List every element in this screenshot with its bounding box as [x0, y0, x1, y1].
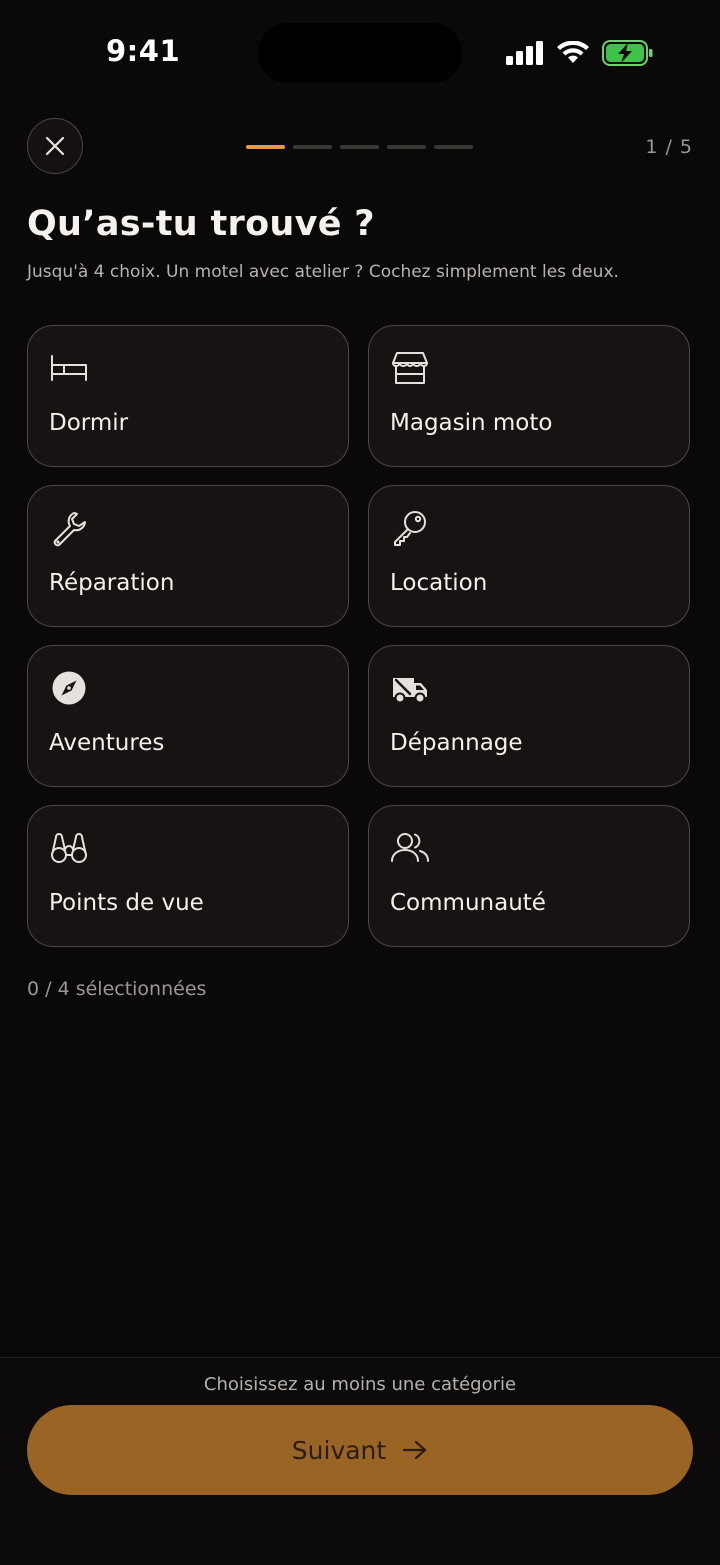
compass-icon [52, 671, 86, 705]
category-card-points-de-vue[interactable]: Points de vue [27, 805, 349, 947]
category-label: Dormir [49, 410, 129, 436]
progress-segment [340, 145, 379, 149]
progress-segment [246, 145, 285, 149]
bed-icon [51, 355, 87, 381]
dynamic-island [258, 23, 462, 83]
tow-truck-icon [393, 678, 427, 704]
next-button-label: Suivant [291, 1435, 387, 1465]
progress-segment [387, 145, 426, 149]
selection-count: 0 / 4 sélectionnées [27, 978, 207, 1000]
category-grid: Dormir Magasin moto Réparation Location [27, 325, 690, 947]
category-label: Magasin moto [390, 410, 553, 436]
status-icons [506, 38, 654, 68]
step-counter: 1 / 5 [645, 136, 693, 158]
category-card-reparation[interactable]: Réparation [27, 485, 349, 627]
page-subtitle: Jusqu'à 4 choix. Un motel avec atelier ?… [27, 262, 619, 282]
arrow-right-icon [403, 1440, 427, 1460]
category-card-communaute[interactable]: Communauté [368, 805, 690, 947]
category-label: Communauté [390, 890, 546, 916]
battery-charging-icon [602, 40, 653, 66]
storefront-icon [392, 352, 428, 384]
key-icon [394, 511, 426, 546]
wrench-icon [53, 512, 86, 547]
users-icon [391, 833, 429, 862]
progress-indicator [246, 145, 473, 149]
category-card-magasin-moto[interactable]: Magasin moto [368, 325, 690, 467]
category-label: Points de vue [49, 890, 204, 916]
category-label: Location [390, 570, 488, 596]
category-card-dormir[interactable]: Dormir [27, 325, 349, 467]
category-label: Aventures [49, 730, 165, 756]
progress-segment [293, 145, 332, 149]
next-button[interactable]: Suivant [27, 1405, 693, 1495]
category-card-location[interactable]: Location [368, 485, 690, 627]
wifi-icon [557, 41, 589, 63]
close-icon [45, 136, 65, 156]
progress-segment [434, 145, 473, 149]
category-card-aventures[interactable]: Aventures [27, 645, 349, 787]
binoculars-icon [51, 833, 87, 863]
category-label: Dépannage [390, 730, 523, 756]
cellular-signal-icon [506, 41, 543, 65]
category-label: Réparation [49, 570, 175, 596]
footer: Choisissez au moins une catégorie Suivan… [0, 1357, 720, 1565]
close-button[interactable] [27, 118, 83, 174]
category-card-depannage[interactable]: Dépannage [368, 645, 690, 787]
status-bar: 9:41 [0, 0, 720, 104]
status-time: 9:41 [106, 34, 181, 68]
page-title: Qu’as-tu trouvé ? [27, 204, 375, 244]
footer-hint: Choisissez au moins une catégorie [203, 1374, 517, 1395]
